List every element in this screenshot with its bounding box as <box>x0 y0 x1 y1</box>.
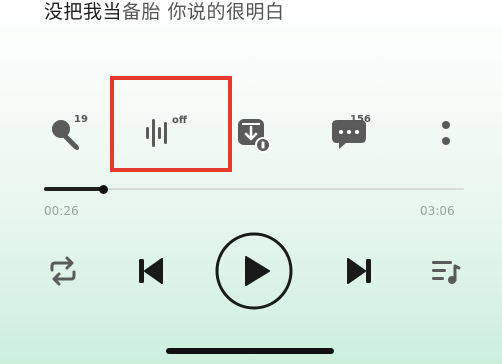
repeat-icon[interactable] <box>46 254 80 288</box>
home-indicator[interactable] <box>166 348 334 354</box>
progress-fill <box>44 187 103 191</box>
comments-count: 156 <box>350 114 371 125</box>
previous-track-icon[interactable] <box>134 254 168 288</box>
progress-thumb[interactable] <box>98 185 108 194</box>
progress-bar[interactable] <box>44 185 464 194</box>
play-button[interactable] <box>214 231 294 311</box>
next-track-icon[interactable] <box>342 254 376 288</box>
elapsed-time: 00:26 <box>44 204 79 218</box>
effect-status: off <box>172 115 187 126</box>
total-time: 03:06 <box>420 204 455 218</box>
download-icon[interactable] <box>232 112 276 156</box>
more-vertical-icon[interactable] <box>424 112 468 156</box>
play-icon <box>245 256 270 286</box>
karaoke-count: 19 <box>74 114 88 125</box>
playlist-icon[interactable] <box>428 254 462 288</box>
